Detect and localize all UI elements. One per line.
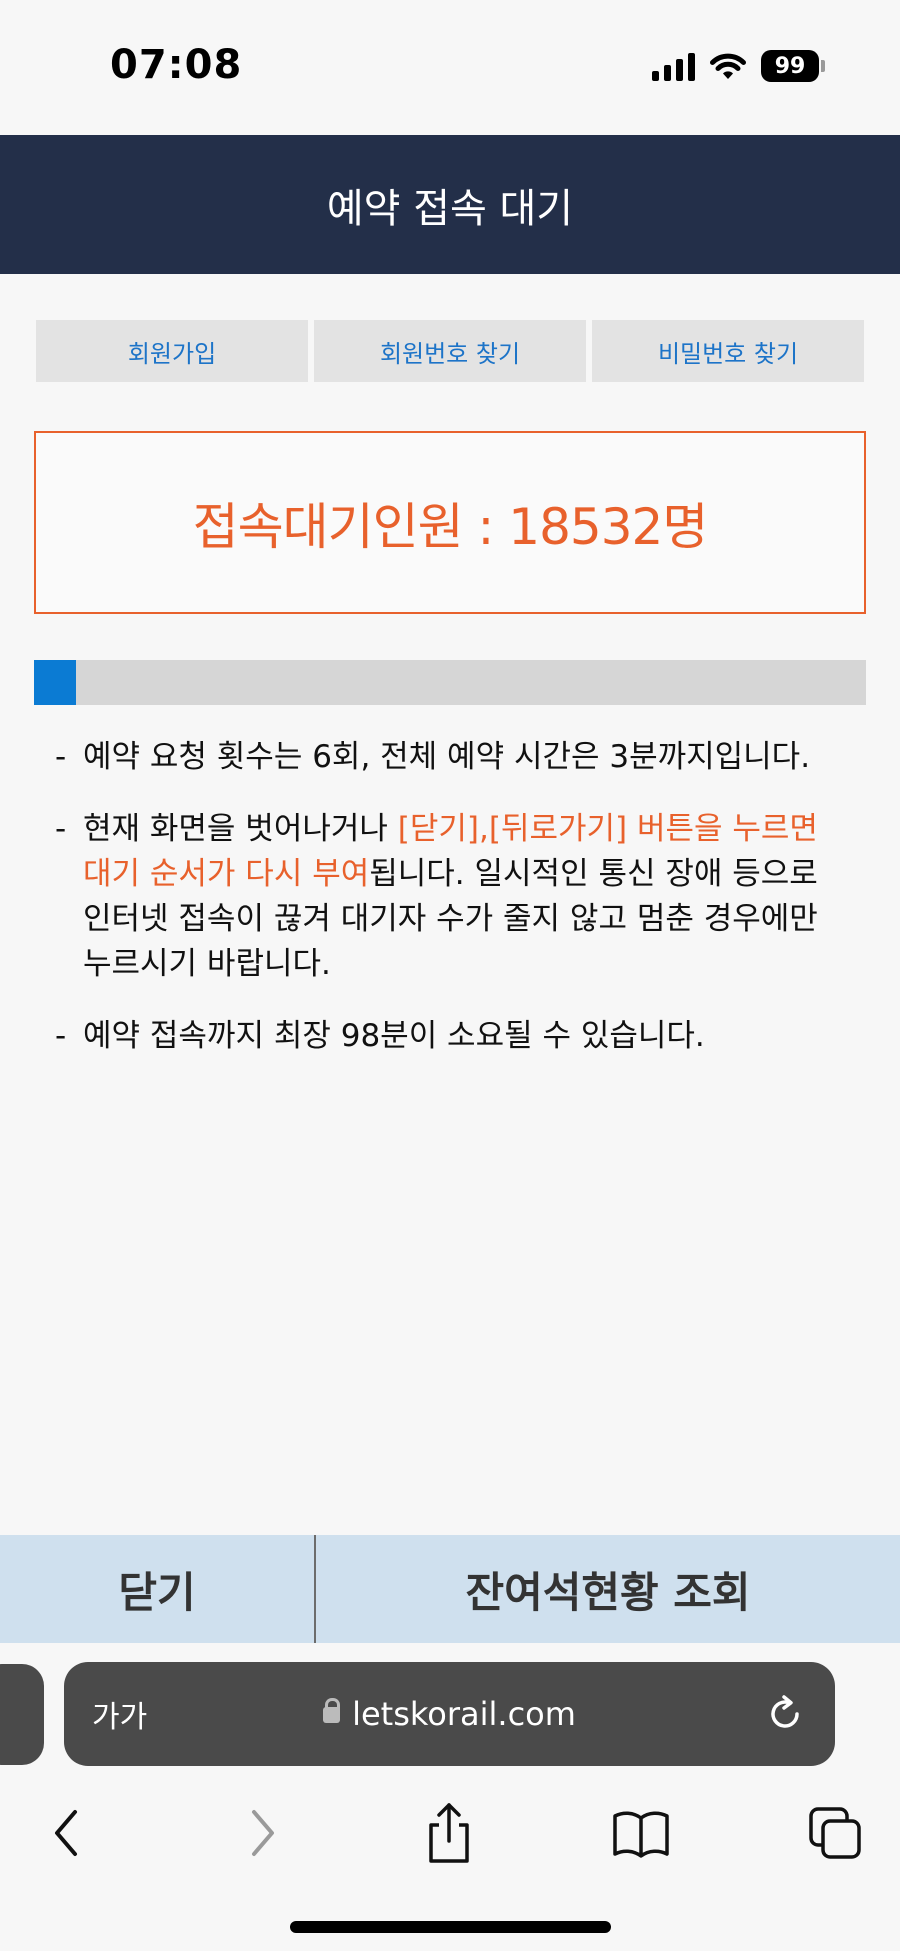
signup-button[interactable]: 회원가입 (36, 320, 308, 382)
notice-item: - 예약 요청 횟수는 6회, 전체 예약 시간은 3분까지입니다. (55, 735, 855, 780)
forward-button[interactable] (227, 1798, 297, 1868)
tabs-button[interactable] (800, 1798, 870, 1868)
wifi-icon (710, 53, 746, 79)
status-time: 07:08 (110, 42, 243, 88)
status-icons: 99 (652, 48, 825, 84)
queue-count-text: 접속대기인원 : 18532명 (192, 497, 709, 556)
queue-progress-fill (34, 660, 76, 705)
app-header: 예약 접속 대기 (0, 135, 900, 274)
tabs-icon (809, 1807, 861, 1859)
notice-text-plain: 현재 화면을 벗어나거나 (83, 811, 398, 847)
chevron-right-icon (252, 1810, 274, 1856)
bullet-dash: - (55, 811, 67, 847)
url-display[interactable]: letskorail.com (64, 1695, 835, 1733)
notice-text: 예약 접속까지 최장 98분이 소요될 수 있습니다. (83, 1018, 705, 1054)
action-bar: 닫기 잔여석현황 조회 (0, 1535, 900, 1643)
back-button[interactable] (32, 1798, 102, 1868)
bullet-dash: - (55, 1018, 67, 1054)
book-icon (613, 1811, 669, 1858)
bullet-dash: - (55, 739, 67, 775)
queue-count-box: 접속대기인원 : 18532명 (34, 431, 866, 614)
previous-tab-peek[interactable] (0, 1664, 44, 1765)
page-title: 예약 접속 대기 (326, 185, 574, 232)
browser-chrome: 가가 letskorail.com (0, 1643, 900, 1951)
chevron-left-icon (55, 1810, 77, 1856)
browser-toolbar (0, 1788, 900, 1878)
home-indicator (290, 1921, 611, 1933)
share-button[interactable] (414, 1798, 484, 1868)
notice-item: - 현재 화면을 벗어나거나 [닫기],[뒤로가기] 버튼을 누르면 대기 순서… (55, 807, 855, 987)
address-bar[interactable]: 가가 letskorail.com (64, 1662, 835, 1766)
reload-icon[interactable] (763, 1692, 807, 1736)
notice-text: 현재 화면을 벗어나거나 [닫기],[뒤로가기] 버튼을 누르면 대기 순서가 … (83, 807, 855, 987)
lock-icon (323, 1698, 341, 1727)
close-button[interactable]: 닫기 (0, 1535, 316, 1643)
remaining-seats-button[interactable]: 잔여석현황 조회 (316, 1535, 900, 1643)
notice-item: - 예약 접속까지 최장 98분이 소요될 수 있습니다. (55, 1014, 855, 1059)
find-member-number-button[interactable]: 회원번호 찾기 (314, 320, 586, 382)
share-icon (429, 1803, 469, 1863)
find-password-button[interactable]: 비밀번호 찾기 (592, 320, 864, 382)
queue-progress-bar (34, 660, 866, 705)
status-bar: 07:08 99 (0, 0, 900, 135)
member-links: 회원가입 회원번호 찾기 비밀번호 찾기 (36, 320, 864, 382)
battery-icon: 99 (761, 50, 825, 82)
url-text: letskorail.com (352, 1695, 576, 1733)
battery-level: 99 (761, 50, 819, 82)
bookmarks-button[interactable] (606, 1798, 676, 1868)
notice-text: 예약 요청 횟수는 6회, 전체 예약 시간은 3분까지입니다. (83, 739, 811, 775)
notice-list: - 예약 요청 횟수는 6회, 전체 예약 시간은 3분까지입니다. - 현재 … (55, 735, 855, 1086)
cellular-signal-icon (652, 51, 695, 81)
